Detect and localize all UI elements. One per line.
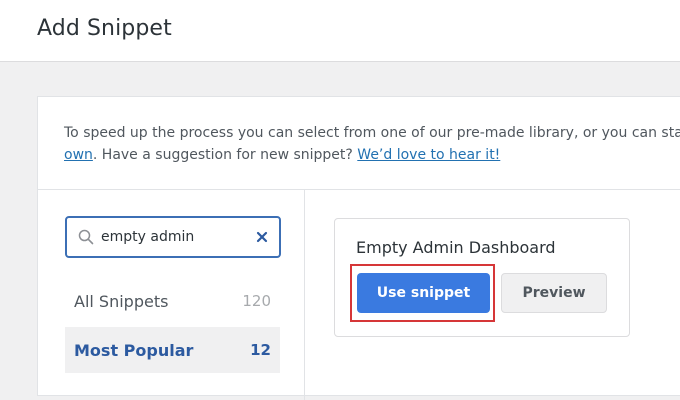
- search-input[interactable]: [101, 226, 251, 248]
- search-field[interactable]: [65, 216, 281, 258]
- page-title: Add Snippet: [37, 16, 172, 41]
- category-most-popular[interactable]: Most Popular 12: [65, 327, 280, 373]
- page-header: Add Snippet: [0, 0, 680, 62]
- category-count: 12: [250, 341, 271, 359]
- snippet-card: Empty Admin Dashboard Use snippet Previe…: [334, 218, 630, 337]
- snippet-library-panel: To speed up the process you can select f…: [37, 96, 680, 400]
- intro-line-2: own. Have a suggestion for new snippet? …: [64, 144, 680, 166]
- intro-text: To speed up the process you can select f…: [64, 122, 680, 166]
- intro-line-2-text: . Have a suggestion for new snippet?: [92, 147, 358, 163]
- preview-button[interactable]: Preview: [501, 273, 607, 313]
- close-icon[interactable]: [255, 229, 269, 245]
- snippet-title: Empty Admin Dashboard: [356, 238, 556, 257]
- category-label: All Snippets: [74, 291, 169, 311]
- category-label: Most Popular: [74, 340, 194, 360]
- search-icon: [78, 229, 94, 245]
- intro-line-1: To speed up the process you can select f…: [64, 125, 680, 141]
- category-count: 120: [242, 292, 271, 310]
- own-snippet-link[interactable]: own: [64, 147, 93, 163]
- feedback-link[interactable]: We’d love to hear it!: [357, 147, 500, 163]
- category-all-snippets[interactable]: All Snippets 120: [65, 278, 280, 324]
- category-sidebar: All Snippets 120 Most Popular 12: [38, 190, 305, 400]
- use-snippet-button[interactable]: Use snippet: [357, 273, 490, 313]
